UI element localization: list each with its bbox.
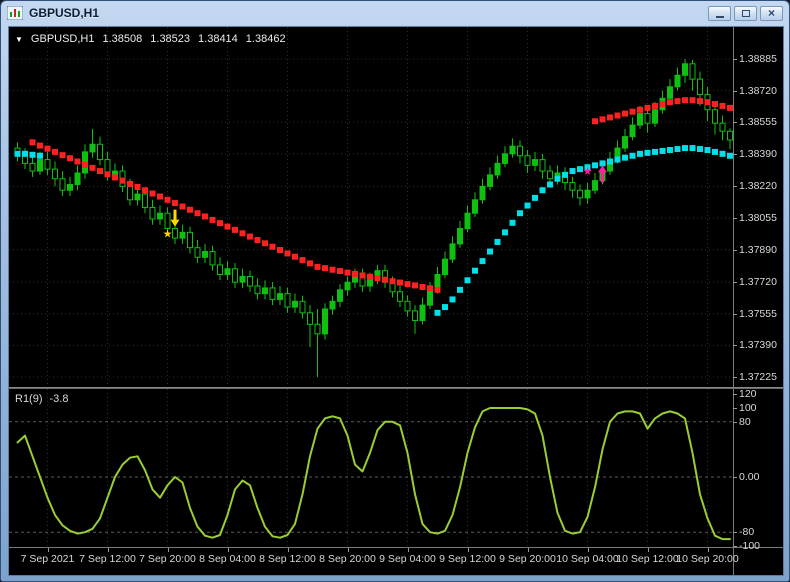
- price-scale-tick: [733, 345, 737, 347]
- price-scale-tick: [733, 90, 737, 92]
- price-scale-label: 1.38390: [739, 147, 777, 160]
- ohlc-high: 1.38523: [150, 33, 191, 45]
- time-axis-tick: [707, 548, 709, 552]
- minimize-button[interactable]: [708, 5, 731, 21]
- time-axis-tick: [647, 548, 649, 552]
- indicator-scale-label: -80: [739, 526, 755, 539]
- buy-star: ★: [583, 166, 593, 178]
- main-grid: [9, 27, 733, 387]
- close-button[interactable]: ×: [760, 5, 783, 21]
- time-axis-tick: [287, 548, 289, 552]
- time-axis-label: 10 Sep 12:00: [616, 553, 679, 565]
- buy-arrow: [598, 165, 607, 183]
- indicator-value: -3.8: [49, 393, 69, 405]
- indicator-grid: [47, 389, 708, 547]
- price-scale-tick: [733, 153, 737, 155]
- indicator-scale-label: 120: [739, 388, 757, 401]
- indicator-scale-label: 100: [739, 402, 757, 414]
- time-axis-label: 7 Sep 20:00: [139, 553, 196, 565]
- price-scale-tick: [733, 282, 737, 284]
- time-axis-tick: [227, 548, 229, 552]
- pane-separator[interactable]: [9, 387, 783, 389]
- indicator-label: R1(9) -3.8: [15, 393, 68, 405]
- price-scale-label: 1.38885: [739, 53, 777, 65]
- time-axis-label: 8 Sep 12:00: [259, 553, 316, 565]
- indicator-scale-tick: [733, 477, 737, 478]
- price-scale-label: 1.38055: [739, 212, 777, 224]
- window-controls: ×: [708, 5, 783, 21]
- indicator-scale-tick: [733, 546, 737, 547]
- time-axis-label: 10 Sep 20:00: [676, 553, 739, 565]
- indicator-scale-label: 0.00: [739, 471, 760, 483]
- time-axis-label: 9 Sep 20:00: [499, 553, 556, 565]
- restore-icon: [741, 9, 750, 17]
- time-axis[interactable]: 7 Sep 2021 7 Sep 12:00 7 Sep 20:00 8 Sep 04…: [9, 548, 783, 575]
- indicator-scale-tick: [733, 532, 737, 534]
- window-title: GBPUSD,H1: [29, 6, 100, 20]
- time-axis-label: 8 Sep 04:00: [199, 553, 256, 565]
- price-scale-tick: [733, 377, 737, 378]
- ohlc-open: 1.38508: [102, 33, 143, 45]
- symbol-dropdown-icon[interactable]: ▼: [15, 35, 23, 44]
- time-axis-tick: [107, 548, 109, 552]
- price-scale-tick: [733, 249, 737, 251]
- indicator-name: R1(9): [15, 393, 43, 405]
- time-axis-label: 7 Sep 12:00: [79, 553, 136, 565]
- price-scale-label: 1.37890: [739, 243, 777, 256]
- time-axis-tick: [407, 548, 409, 552]
- price-scale-tick: [733, 186, 737, 188]
- price-scale-label: 1.37390: [739, 339, 777, 352]
- main-price-pane[interactable]: ★★: [9, 27, 733, 387]
- ohlc-low: 1.38414: [198, 33, 238, 45]
- indicator-pane[interactable]: [9, 389, 733, 547]
- time-axis-tick: [167, 548, 169, 552]
- time-axis-tick: [527, 548, 529, 552]
- price-scale-tick: [733, 313, 737, 315]
- indicator-scale-tick: [733, 394, 737, 396]
- oscillator-line: [16, 407, 731, 541]
- price-scale-tick: [733, 59, 737, 60]
- price-scale-label: 1.37555: [739, 307, 777, 320]
- quote-info-bar: ▼ GBPUSD,H1 1.38508 1.38523 1.38414 1.38…: [15, 33, 286, 45]
- time-axis-label: 9 Sep 04:00: [379, 553, 436, 565]
- time-axis-label: 8 Sep 20:00: [319, 553, 376, 565]
- restore-button[interactable]: [734, 5, 757, 21]
- minimize-icon: [715, 15, 724, 18]
- indicator-scale-tick: [733, 421, 737, 423]
- sell-arrow: [170, 209, 180, 227]
- time-axis-tick: [47, 548, 49, 552]
- time-axis-label: 9 Sep 12:00: [439, 553, 496, 565]
- price-scale-label: 1.38720: [739, 84, 777, 97]
- time-axis-tick: [467, 548, 469, 552]
- title-bar[interactable]: GBPUSD,H1 ×: [1, 1, 789, 25]
- time-axis-tick: [587, 548, 589, 552]
- time-axis-label: 10 Sep 04:00: [556, 553, 619, 565]
- ohlc-close: 1.38462: [245, 33, 286, 45]
- price-scale-label: 1.37225: [739, 371, 777, 383]
- price-scale-tick: [733, 218, 737, 219]
- indicator-scale[interactable]: 120 100 80 0.00 -80 -100: [733, 388, 783, 552]
- chart-icon: [7, 6, 23, 20]
- indicator-scale-label: 80: [739, 415, 751, 428]
- time-axis-label: 7 Sep 2021: [20, 553, 75, 565]
- price-scale-label: 1.38555: [739, 116, 777, 129]
- price-scale-tick: [733, 122, 737, 124]
- price-scale-label: 1.37720: [739, 276, 777, 289]
- price-scale-label: 1.38220: [739, 180, 777, 193]
- indicator-scale-tick: [733, 408, 737, 409]
- sell-star: ★: [163, 228, 173, 240]
- chart-window: GBPUSD,H1 × ★ ★ ▼ GBPUSD,H1 1.38508 1.385…: [0, 0, 790, 582]
- ohlc-symbol: GBPUSD,H1: [30, 33, 95, 45]
- time-axis-tick: [347, 548, 349, 552]
- chart-area: ★ ★ ▼ GBPUSD,H1 1.38508 1.38523 1.38414 1…: [8, 26, 784, 576]
- close-icon: ×: [767, 6, 775, 20]
